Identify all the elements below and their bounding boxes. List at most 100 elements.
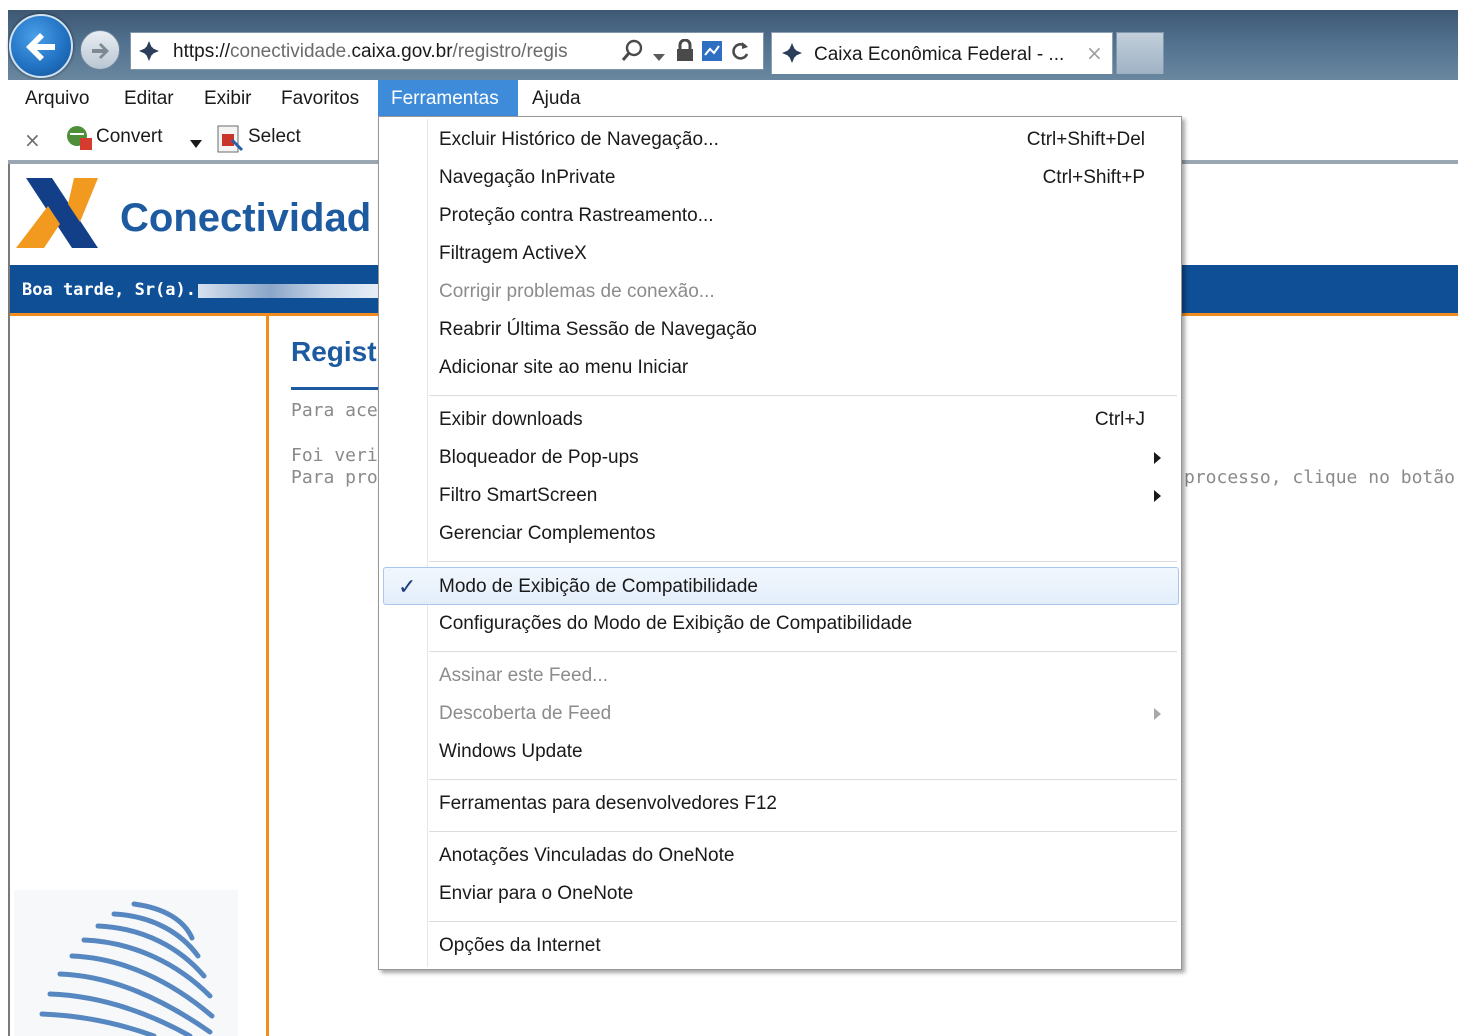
menu-item-windows-update[interactable]: Windows Update <box>381 733 1179 771</box>
menu-label: Exibir <box>204 88 252 109</box>
menu-item-tracking-protection[interactable]: Proteção contra Rastreamento... <box>381 197 1179 235</box>
menu-ferramentas[interactable]: Ferramentas <box>378 80 518 118</box>
menu-ajuda[interactable]: Ajuda <box>519 80 594 118</box>
menu-item-feed-discovery: Descoberta de Feed <box>381 695 1179 733</box>
menu-separator <box>429 831 1177 832</box>
forward-button[interactable] <box>80 30 120 70</box>
menu-separator <box>429 651 1177 652</box>
new-tab-button[interactable] <box>1116 32 1164 74</box>
menu-separator <box>429 561 1177 562</box>
caixa-logo-icon <box>16 178 98 248</box>
submenu-arrow-icon <box>1154 708 1161 720</box>
menu-item-label: Gerenciar Complementos <box>439 523 656 544</box>
menu-item-add-to-start[interactable]: Adicionar site ao menu Iniciar <box>381 349 1179 387</box>
fingerprint-icon <box>39 901 215 1036</box>
tab-caixa[interactable]: Caixa Econômica Federal - ... × <box>771 32 1113 74</box>
close-toolbar-icon[interactable]: × <box>24 128 41 152</box>
menu-separator <box>429 921 1177 922</box>
menu-item-internet-options[interactable]: Opções da Internet <box>381 927 1179 965</box>
menu-item-smartscreen[interactable]: Filtro SmartScreen <box>381 477 1179 515</box>
menu-label: Arquivo <box>25 88 90 109</box>
menu-item-label: Navegação InPrivate <box>439 167 616 188</box>
menu-item-reopen-session[interactable]: Reabrir Última Sessão de Navegação <box>381 311 1179 349</box>
menu-exibir[interactable]: Exibir <box>191 80 265 118</box>
menu-item-label: Windows Update <box>439 741 583 762</box>
menu-item-label: Enviar para o OneNote <box>439 883 634 904</box>
menu-bar: Arquivo Editar Exibir Favoritos Ferramen… <box>8 80 1458 118</box>
menu-item-inprivate[interactable]: Navegação InPrivate Ctrl+Shift+P <box>381 159 1179 197</box>
menu-editar[interactable]: Editar <box>111 80 187 118</box>
checkmark-icon: ✓ <box>398 574 417 599</box>
lock-icon[interactable] <box>675 38 695 67</box>
procedure-text: Para pro <box>291 467 378 488</box>
menu-separator <box>429 395 1177 396</box>
url-host: caixa.gov.br <box>351 41 453 62</box>
menu-label: Editar <box>124 88 174 109</box>
tab-title: Caixa Econômica Federal - ... <box>814 44 1065 65</box>
tab-favicon <box>782 43 802 63</box>
greeting-text: Boa tarde, Sr(a). <box>22 280 196 300</box>
back-button[interactable] <box>9 14 73 78</box>
menu-item-label: Filtragem ActiveX <box>439 243 587 264</box>
menu-item-label: Proteção contra Rastreamento... <box>439 205 714 226</box>
menu-item-delete-history[interactable]: Excluir Histórico de Navegação... Ctrl+S… <box>381 121 1179 159</box>
menu-item-label: Modo de Exibição de Compatibilidade <box>439 576 758 597</box>
site-favicon <box>139 41 159 61</box>
menu-item-view-downloads[interactable]: Exibir downloads Ctrl+J <box>381 401 1179 439</box>
select-pdf-icon[interactable] <box>216 124 244 158</box>
procedure-text-continued: processo, clique no botão 'C <box>1184 467 1458 488</box>
menu-item-label: Adicionar site ao menu Iniciar <box>439 357 689 378</box>
back-arrow-icon <box>26 33 55 61</box>
menu-item-activex-filtering[interactable]: Filtragem ActiveX <box>381 235 1179 273</box>
url-scheme: https:// <box>173 41 231 62</box>
convert-button[interactable]: Convert <box>96 126 163 148</box>
menu-item-popup-blocker[interactable]: Bloqueador de Pop-ups <box>381 439 1179 477</box>
redacted-user-name <box>198 284 378 298</box>
sidebar-divider <box>266 316 269 1036</box>
section-title: Regist <box>291 336 377 367</box>
tools-dropdown-menu: Excluir Histórico de Navegação... Ctrl+S… <box>378 116 1182 970</box>
section-title-underline <box>291 387 381 390</box>
menu-item-label: Exibir downloads <box>439 409 583 430</box>
menu-item-label: Descoberta de Feed <box>439 703 612 724</box>
site-brand-title: Conectividad <box>120 196 372 240</box>
url-host-start: conectividade. <box>230 41 352 62</box>
close-tab-icon[interactable]: × <box>1086 41 1103 65</box>
menu-item-label: Ferramentas para desenvolvedores F12 <box>439 793 777 814</box>
refresh-icon[interactable] <box>729 39 751 67</box>
menu-item-manage-addons[interactable]: Gerenciar Complementos <box>381 515 1179 553</box>
menu-separator <box>429 779 1177 780</box>
search-icon[interactable] <box>621 39 645 67</box>
menu-arquivo[interactable]: Arquivo <box>12 80 102 118</box>
url-text[interactable]: https://conectividade.caixa.gov.br/regis… <box>173 41 615 63</box>
menu-item-fix-connection: Corrigir problemas de conexão... <box>381 273 1179 311</box>
menu-label: Favoritos <box>281 88 360 109</box>
submenu-arrow-icon <box>1154 490 1161 502</box>
menu-item-label: Assinar este Feed... <box>439 665 608 686</box>
menu-item-label: Filtro SmartScreen <box>439 485 598 506</box>
window-top-edge <box>0 0 1473 10</box>
menu-item-label: Opções da Internet <box>439 935 601 956</box>
menu-item-label: Excluir Histórico de Navegação... <box>439 129 719 150</box>
menu-item-compatibility-settings[interactable]: Configurações do Modo de Exibição de Com… <box>381 605 1179 643</box>
menu-item-shortcut: Ctrl+Shift+Del <box>1026 129 1145 150</box>
menu-favoritos[interactable]: Favoritos <box>268 80 372 118</box>
convert-dropdown-icon[interactable] <box>190 134 202 153</box>
menu-item-compatibility-view[interactable]: ✓ Modo de Exibição de Compatibilidade <box>383 567 1179 605</box>
menu-item-label: Configurações do Modo de Exibição de Com… <box>439 613 913 634</box>
forward-arrow-icon <box>92 43 109 59</box>
menu-item-shortcut: Ctrl+J <box>1094 409 1145 430</box>
submenu-arrow-icon <box>1154 452 1161 464</box>
compatibility-icon[interactable] <box>701 39 723 67</box>
menu-item-label: Anotações Vinculadas do OneNote <box>439 845 735 866</box>
menu-item-onenote-linked-notes[interactable]: Anotações Vinculadas do OneNote <box>381 837 1179 875</box>
convert-icon[interactable] <box>64 124 94 156</box>
browser-titlebar: https://conectividade.caixa.gov.br/regis… <box>8 10 1458 80</box>
menu-item-label: Bloqueador de Pop-ups <box>439 447 639 468</box>
menu-item-developer-tools[interactable]: Ferramentas para desenvolvedores F12 <box>381 785 1179 823</box>
menu-item-send-to-onenote[interactable]: Enviar para o OneNote <box>381 875 1179 913</box>
menu-item-label: Reabrir Última Sessão de Navegação <box>439 319 757 340</box>
dropdown-arrow-icon[interactable] <box>653 47 665 66</box>
select-button[interactable]: Select <box>248 126 301 148</box>
address-bar[interactable]: https://conectividade.caixa.gov.br/regis… <box>130 32 764 70</box>
